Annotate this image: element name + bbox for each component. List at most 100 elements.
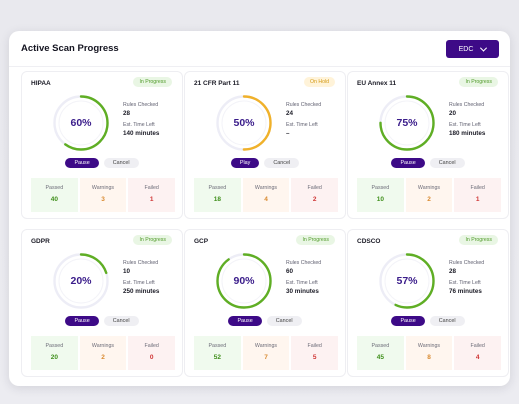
time-left-label: Est. Time Left [123, 280, 155, 286]
time-left-value: 140 minutes [123, 130, 160, 137]
failed-label: Failed [307, 185, 322, 191]
rules-checked-label: Rules Checked [123, 260, 159, 266]
header-divider [9, 66, 510, 67]
warnings-label: Warnings [417, 185, 441, 191]
time-left-value: 30 minutes [286, 288, 319, 295]
passed-value: 45 [376, 354, 384, 361]
warnings-label: Warnings [254, 185, 278, 191]
failed-value: 1 [475, 196, 480, 203]
progress-percent: 75% [396, 117, 418, 129]
card-actions: Play Cancel [185, 158, 345, 168]
time-left-label: Est. Time Left [286, 280, 318, 286]
failed-value: 1 [149, 196, 154, 203]
warnings-cell: Warnings 4 [242, 178, 290, 212]
card-actions: Pause Cancel [348, 316, 508, 326]
progress-ring: 57% [377, 251, 437, 311]
failed-cell: Failed 1 [454, 178, 502, 212]
cancel-button[interactable]: Cancel [103, 158, 139, 168]
scan-stats: Rules Checked 10 Est. Time Left 250 minu… [123, 260, 159, 300]
scan-stats: Rules Checked 28 Est. Time Left 76 minut… [449, 260, 484, 300]
card-title: EU Annex 11 [357, 80, 397, 87]
card-title: GCP [194, 238, 209, 245]
passed-cell: Passed 52 [194, 336, 241, 370]
rules-checked-value: 60 [286, 268, 294, 275]
time-left-label: Est. Time Left [449, 280, 481, 286]
action-button[interactable]: Pause [65, 316, 99, 326]
warnings-value: 8 [427, 354, 431, 361]
rules-checked-value: 28 [123, 110, 131, 117]
warnings-cell: Warnings 2 [405, 178, 453, 212]
passed-label: Passed [208, 343, 227, 349]
rules-checked-label: Rules Checked [449, 260, 485, 266]
passed-cell: Passed 45 [357, 336, 404, 370]
status-badge: In Progress [459, 235, 498, 245]
results-summary: Passed 52 Warnings 7 Failed 5 [194, 336, 339, 370]
warnings-cell: Warnings 3 [79, 178, 127, 212]
failed-label: Failed [307, 343, 322, 349]
passed-value: 40 [50, 196, 58, 203]
warnings-cell: Warnings 2 [79, 336, 127, 370]
time-left-value: 180 minutes [449, 130, 486, 137]
scan-stats: Rules Checked 28 Est. Time Left 140 minu… [123, 102, 159, 142]
warnings-value: 4 [264, 196, 268, 203]
rules-checked-value: 24 [286, 110, 294, 117]
warnings-cell: Warnings 7 [242, 336, 290, 370]
cancel-button[interactable]: Cancel [429, 158, 465, 168]
card-actions: Pause Cancel [348, 158, 508, 168]
progress-ring: 20% [51, 251, 111, 311]
passed-cell: Passed 40 [31, 178, 78, 212]
action-button[interactable]: Pause [391, 158, 425, 168]
edc-dropdown-label: EDC [458, 45, 474, 53]
progress-ring: 90% [214, 251, 274, 311]
passed-cell: Passed 18 [194, 178, 241, 212]
cancel-button[interactable]: Cancel [266, 316, 302, 326]
warnings-value: 2 [101, 354, 105, 361]
warnings-label: Warnings [417, 343, 441, 349]
action-button[interactable]: Play [230, 158, 260, 168]
progress-percent: 60% [70, 117, 92, 129]
status-badge: On Hold [303, 77, 335, 87]
progress-percent: 57% [396, 275, 418, 287]
rules-checked-value: 28 [449, 268, 457, 275]
passed-value: 18 [213, 196, 221, 203]
passed-label: Passed [208, 185, 227, 191]
rules-checked-label: Rules Checked [123, 102, 159, 108]
scan-card-1: 21 CFR Part 11 On Hold 50% Rules Checked… [184, 71, 346, 219]
failed-cell: Failed 0 [128, 336, 176, 370]
scan-card-4: GCP In Progress 90% Rules Checked 60 Est… [184, 229, 346, 377]
progress-percent: 20% [70, 275, 92, 287]
rules-checked-value: 10 [123, 268, 131, 275]
warnings-value: 3 [101, 196, 105, 203]
failed-label: Failed [470, 343, 485, 349]
rules-checked-label: Rules Checked [449, 102, 485, 108]
cancel-button[interactable]: Cancel [103, 316, 139, 326]
progress-percent: 50% [233, 117, 255, 129]
card-title: GDPR [31, 238, 50, 245]
failed-cell: Failed 5 [291, 336, 339, 370]
action-button[interactable]: Pause [228, 316, 262, 326]
failed-cell: Failed 2 [291, 178, 339, 212]
edc-dropdown[interactable]: EDC [446, 40, 499, 58]
cancel-button[interactable]: Cancel [429, 316, 465, 326]
rules-checked-label: Rules Checked [286, 102, 322, 108]
passed-cell: Passed 10 [357, 178, 404, 212]
failed-cell: Failed 1 [128, 178, 176, 212]
passed-label: Passed [45, 185, 64, 191]
status-badge: In Progress [133, 235, 172, 245]
results-summary: Passed 40 Warnings 3 Failed 1 [31, 178, 176, 212]
failed-label: Failed [144, 343, 159, 349]
failed-value: 4 [475, 354, 480, 361]
failed-label: Failed [144, 185, 159, 191]
action-button[interactable]: Pause [391, 316, 425, 326]
warnings-label: Warnings [91, 343, 115, 349]
scan-card-3: GDPR In Progress 20% Rules Checked 10 Es… [21, 229, 183, 377]
status-badge: In Progress [459, 77, 498, 87]
cancel-button[interactable]: Cancel [264, 158, 300, 168]
results-summary: Passed 18 Warnings 4 Failed 2 [194, 178, 339, 212]
card-title: 21 CFR Part 11 [194, 80, 240, 87]
results-summary: Passed 10 Warnings 2 Failed 1 [357, 178, 502, 212]
time-left-value: 250 minutes [123, 288, 160, 295]
action-button[interactable]: Pause [65, 158, 99, 168]
scan-stats: Rules Checked 24 Est. Time Left – [286, 102, 321, 142]
status-badge: In Progress [133, 77, 172, 87]
